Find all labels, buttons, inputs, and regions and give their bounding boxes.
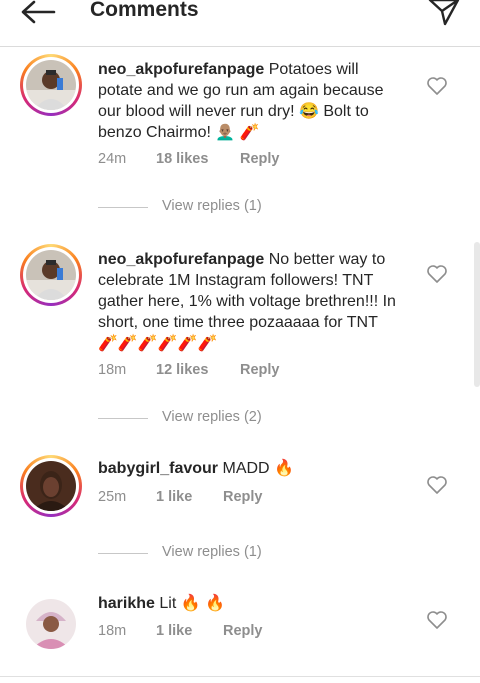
avatar[interactable] (20, 593, 82, 655)
avatar[interactable] (20, 244, 82, 306)
likes-count[interactable]: 12 likes (156, 362, 240, 378)
avatar[interactable] (20, 54, 82, 116)
likes-count[interactable]: 18 likes (156, 151, 240, 167)
comment-username[interactable]: neo_akpofurefanpage (98, 61, 264, 78)
likes-count[interactable]: 1 like (156, 489, 223, 505)
heart-icon[interactable] (426, 76, 448, 96)
comment-time: 18m (98, 362, 127, 378)
comment-text: harikhe Lit 🔥 🔥 (98, 593, 398, 614)
comment-username[interactable]: neo_akpofurefanpage (98, 251, 264, 268)
comment-username[interactable]: harikhe (98, 595, 155, 612)
comment-text: neo_akpofurefanpage Potatoes will potate… (98, 59, 398, 143)
comment-body: Lit 🔥 🔥 (159, 595, 226, 612)
divider-line (98, 418, 148, 419)
avatar[interactable] (20, 455, 82, 517)
comment-body: MADD 🔥 (222, 460, 294, 477)
avatar-photo (26, 250, 76, 300)
comment-meta: 25m 1 like Reply (98, 489, 263, 505)
view-replies-button[interactable]: View replies (1) (98, 544, 298, 564)
bottom-divider (0, 676, 480, 677)
view-replies-label: View replies (1) (162, 198, 262, 214)
comment-time: 25m (98, 489, 127, 505)
comment-time: 18m (98, 623, 127, 639)
scrollbar[interactable] (474, 242, 480, 387)
view-replies-button[interactable]: View replies (2) (98, 409, 298, 429)
reply-button[interactable]: Reply (240, 151, 280, 167)
view-replies-label: View replies (2) (162, 409, 262, 425)
back-arrow-icon[interactable] (18, 0, 58, 26)
heart-icon[interactable] (426, 264, 448, 284)
heart-icon[interactable] (426, 475, 448, 495)
avatar-photo (26, 599, 76, 649)
comment-text: neo_akpofurefanpage No better way to cel… (98, 249, 398, 354)
comment-username[interactable]: babygirl_favour (98, 460, 218, 477)
top-bar: Comments (0, 0, 480, 47)
avatar-photo (26, 60, 76, 110)
page-title: Comments (90, 0, 199, 21)
reply-button[interactable]: Reply (223, 623, 263, 639)
view-replies-button[interactable]: View replies (1) (98, 198, 298, 218)
view-replies-label: View replies (1) (162, 544, 262, 560)
reply-button[interactable]: Reply (240, 362, 280, 378)
comment-meta: 18m 1 like Reply (98, 623, 263, 639)
likes-count[interactable]: 1 like (156, 623, 223, 639)
avatar-photo (26, 461, 76, 511)
divider-line (98, 553, 148, 554)
reply-button[interactable]: Reply (223, 489, 263, 505)
divider-line (98, 207, 148, 208)
send-icon[interactable] (426, 0, 462, 26)
comment-meta: 24m 18 likes Reply (98, 151, 280, 167)
comment-meta: 18m 12 likes Reply (98, 362, 280, 378)
comment-time: 24m (98, 151, 127, 167)
comment-text: babygirl_favour MADD 🔥 (98, 458, 398, 479)
heart-icon[interactable] (426, 610, 448, 630)
